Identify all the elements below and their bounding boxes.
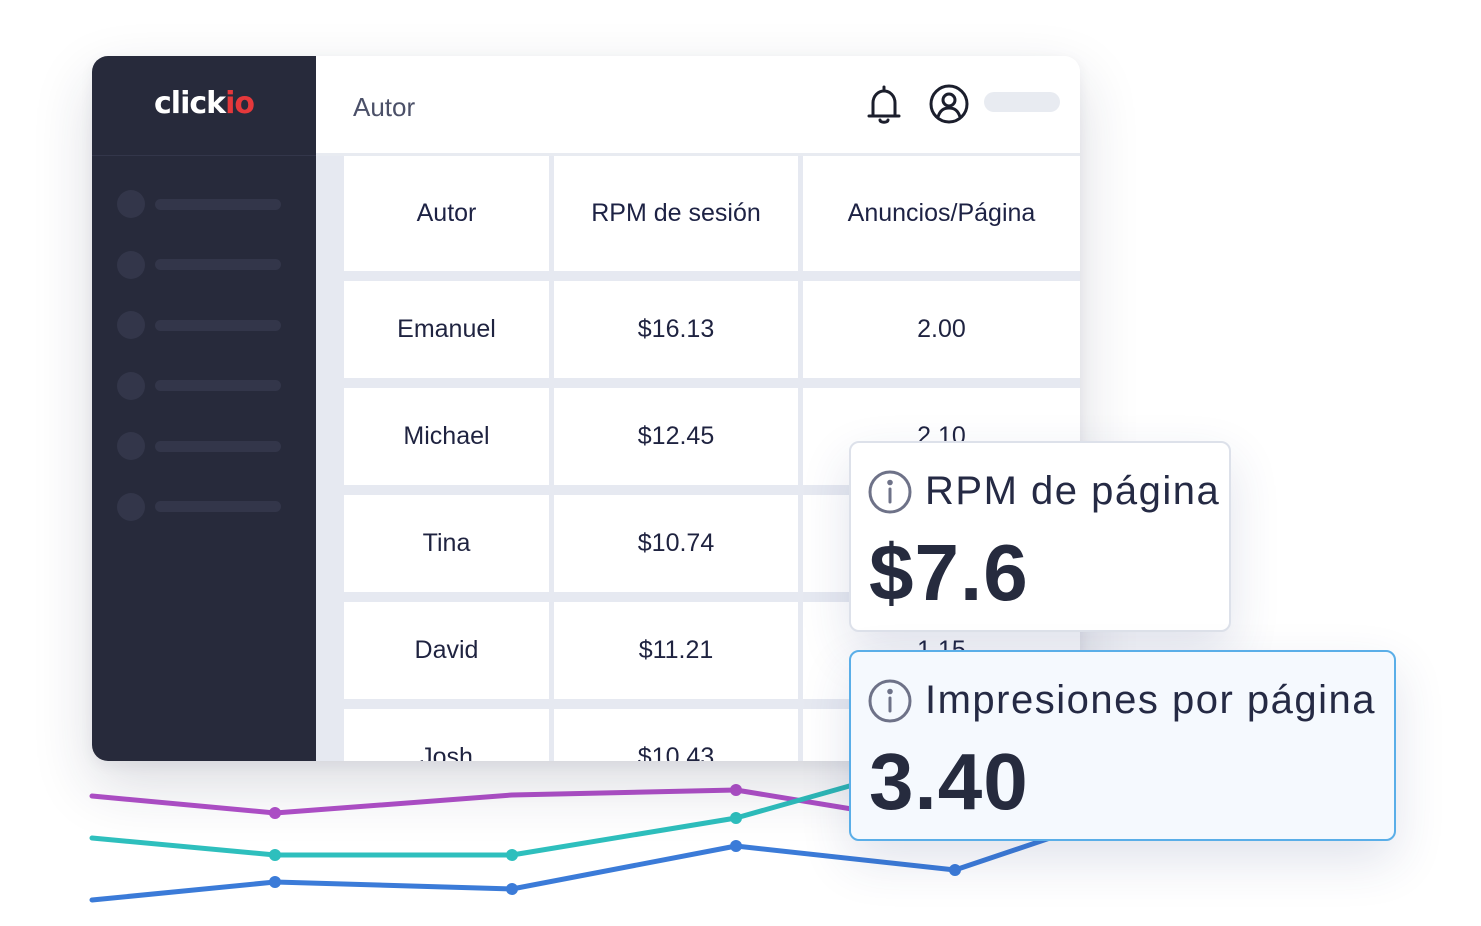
trend-line-purple	[89, 787, 873, 816]
info-icon[interactable]	[867, 678, 913, 729]
trend-point	[730, 812, 742, 824]
trend-point	[949, 864, 961, 876]
sidebar-item[interactable]	[117, 311, 281, 339]
table-cell-rpm: $11.21	[554, 602, 798, 699]
sidebar-item-label-placeholder	[155, 198, 281, 210]
sidebar-nav	[117, 190, 281, 553]
metric-label: Impresiones por página	[925, 678, 1377, 722]
trend-point	[269, 807, 281, 819]
account-name-placeholder[interactable]	[984, 92, 1060, 112]
metric-card-impressions-per-page[interactable]: Impresiones por página 3.40	[849, 650, 1396, 841]
clickio-logo[interactable]: clickio	[154, 86, 255, 121]
metric-card-page-rpm[interactable]: RPM de página $7.6	[849, 441, 1231, 632]
metric-label: RPM de página	[925, 469, 1221, 513]
trend-point	[730, 784, 742, 796]
table-header-cell[interactable]: RPM de sesión	[554, 156, 798, 271]
table-cell-author: Josh	[344, 709, 549, 761]
sidebar-item-icon	[117, 311, 145, 339]
table-cell-rpm: $10.74	[554, 495, 798, 592]
sidebar-item-icon	[117, 492, 145, 521]
sidebar: clickio	[92, 56, 316, 761]
user-circle-icon[interactable]	[928, 83, 970, 130]
metric-value: $7.6	[869, 528, 1029, 617]
table-cell-author: Michael	[344, 388, 549, 485]
table-cell-author: Emanuel	[344, 281, 549, 378]
table-cell-ads: 2.00	[803, 281, 1080, 378]
sidebar-item[interactable]	[117, 492, 281, 521]
sidebar-item-label-placeholder	[155, 501, 281, 512]
table-cell-author: Tina	[344, 495, 549, 592]
sidebar-item-label-placeholder	[155, 440, 281, 452]
sidebar-item-icon	[117, 371, 145, 400]
sidebar-item[interactable]	[117, 190, 281, 218]
logo-accent: io	[225, 86, 255, 121]
page-title: Autor	[353, 92, 416, 122]
bell-icon[interactable]	[864, 83, 904, 132]
logo-text: click	[154, 86, 226, 121]
table-cell-rpm: $16.13	[554, 281, 798, 378]
sidebar-item-icon	[117, 432, 145, 460]
metric-value: 3.40	[869, 737, 1029, 826]
sidebar-item-label-placeholder	[155, 259, 281, 270]
table-header-cell[interactable]: Autor	[344, 156, 549, 271]
top-header: Autor	[316, 56, 1080, 156]
trend-point	[269, 849, 281, 861]
table-cell-author: David	[344, 602, 549, 699]
sidebar-item-icon	[117, 190, 145, 218]
table-cell-rpm: $10.43	[554, 709, 798, 761]
sidebar-item[interactable]	[117, 371, 281, 400]
trend-point	[730, 840, 742, 852]
trend-point	[506, 883, 518, 895]
sidebar-item[interactable]	[117, 250, 281, 279]
sidebar-item-label-placeholder	[155, 380, 281, 391]
table-cell-rpm: $12.45	[554, 388, 798, 485]
table-header-cell[interactable]: Anuncios/Página	[803, 156, 1080, 271]
logo-area: clickio	[92, 56, 316, 156]
trend-point	[269, 876, 281, 888]
sidebar-item[interactable]	[117, 432, 281, 460]
sidebar-item-label-placeholder	[155, 319, 281, 331]
sidebar-item-icon	[117, 250, 145, 279]
trend-point	[506, 849, 518, 861]
info-icon[interactable]	[867, 469, 913, 520]
